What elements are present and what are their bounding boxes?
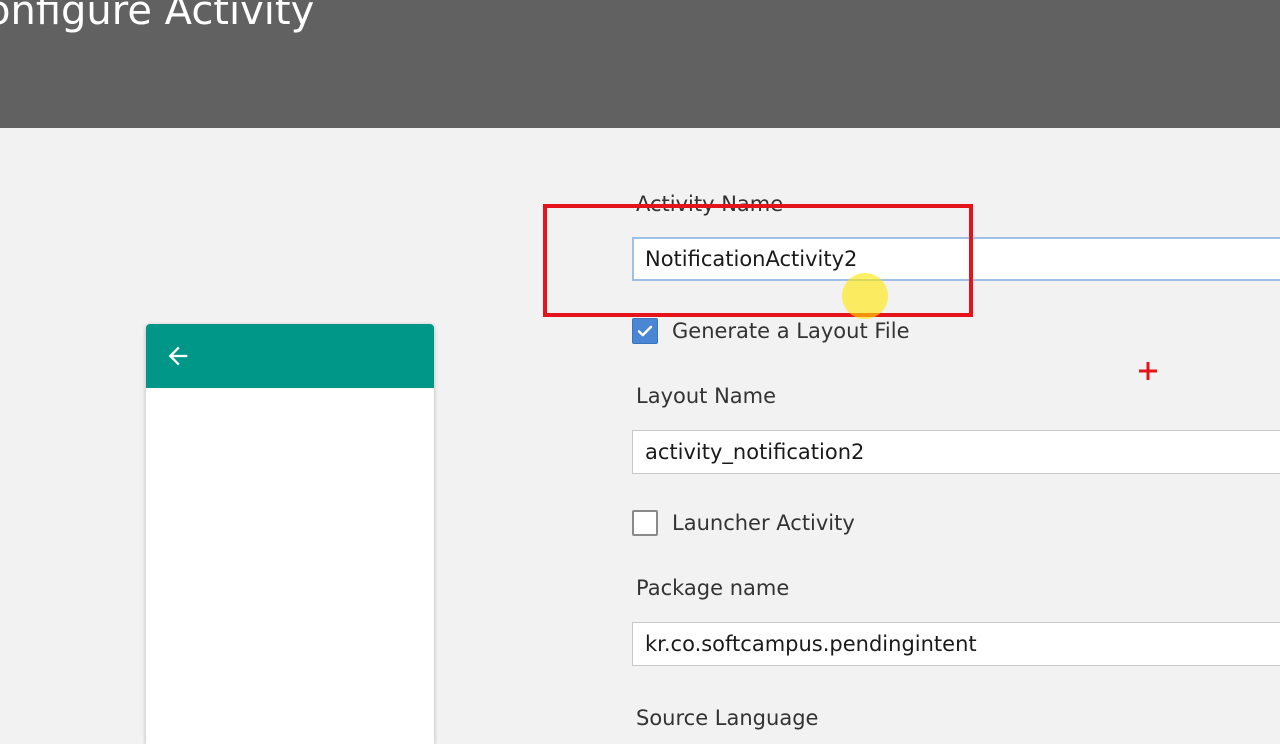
generate-layout-checkbox[interactable] <box>632 318 658 344</box>
header-bar: onfigure Activity <box>0 0 1280 128</box>
package-name-input[interactable] <box>632 622 1280 666</box>
page-title: onfigure Activity <box>0 0 315 34</box>
activity-name-input[interactable] <box>632 237 1280 281</box>
activity-preview <box>146 324 434 744</box>
source-language-label: Source Language <box>636 706 819 730</box>
layout-name-label: Layout Name <box>636 384 777 408</box>
arrow-left-icon <box>168 346 188 366</box>
generate-layout-row[interactable]: Generate a Layout File <box>632 316 910 346</box>
package-name-label: Package name <box>636 576 790 600</box>
generate-layout-label: Generate a Layout File <box>672 319 910 343</box>
layout-name-input[interactable] <box>632 430 1280 474</box>
preview-app-bar <box>146 324 434 388</box>
launcher-activity-label: Launcher Activity <box>672 511 855 535</box>
checkmark-icon <box>637 325 653 337</box>
activity-name-label: Activity Name <box>636 192 784 216</box>
crosshair-cursor-icon <box>1139 362 1157 380</box>
launcher-activity-checkbox[interactable] <box>632 510 658 536</box>
launcher-activity-row[interactable]: Launcher Activity <box>632 508 855 538</box>
